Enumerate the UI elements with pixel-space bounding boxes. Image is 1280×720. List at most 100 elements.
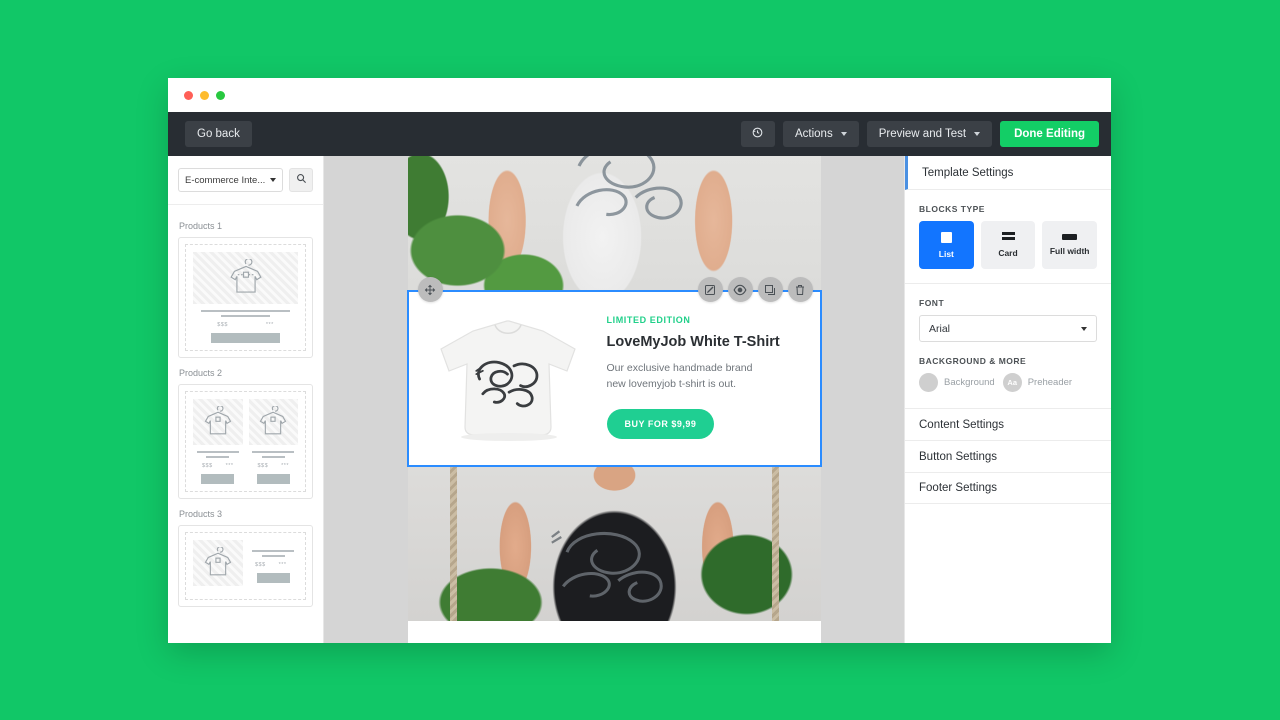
footer-settings-label: Footer Settings [919, 482, 997, 494]
blocks-type-list-label: List [938, 248, 954, 259]
email-canvas: LIMITED EDITION LoveMyJob White T-Shirt … [324, 156, 904, 643]
thumb-product-column: $$$ *** [193, 399, 243, 484]
sidebar-search-row: E-commerce Inte... [168, 156, 323, 205]
color-swatch-icon [919, 373, 938, 392]
thumb-title-line [252, 549, 295, 552]
tshirt-placeholder-icon [193, 252, 298, 304]
thumb-button-placeholder [256, 474, 290, 484]
go-back-button[interactable]: Go back [185, 121, 252, 147]
content-settings-row[interactable]: Content Settings [905, 408, 1111, 440]
product-description: Our exclusive handmade brand new lovemyj… [606, 362, 753, 391]
thumb-price-row: $$$ *** [249, 562, 294, 568]
thumb-price-left: $$$ [257, 463, 269, 469]
thumb-product-column [193, 540, 243, 592]
preview-and-test-button[interactable]: Preview and Test [866, 121, 993, 147]
done-editing-label: Done Editing [1014, 128, 1085, 140]
block-thumb-products-1[interactable]: $$$ *** [178, 237, 313, 358]
close-window-dot[interactable] [184, 90, 193, 100]
blocks-type-fullwidth[interactable]: Full width [1042, 221, 1098, 269]
done-editing-button[interactable]: Done Editing [1000, 121, 1099, 147]
window-titlebar [168, 78, 1111, 112]
thumb-product-column: $$$ *** [248, 399, 298, 484]
font-select-value: Arial [929, 322, 951, 335]
thumb-price-right: *** [281, 463, 290, 469]
thumb-title-line [196, 451, 239, 453]
thumb-button-placeholder [256, 572, 290, 583]
content-settings-label: Content Settings [919, 418, 1005, 431]
block-thumb-inner: $$$ *** [185, 532, 306, 600]
background-option[interactable]: Background [919, 373, 995, 392]
block-card-icon [1001, 232, 1015, 242]
trash-icon[interactable] [787, 277, 813, 302]
tshirt-placeholder-icon [248, 399, 298, 445]
thumb-title-line [252, 451, 295, 453]
block-thumb-inner: $$$ *** [185, 391, 306, 492]
go-back-label: Go back [197, 128, 240, 140]
chevron-down-icon [840, 132, 847, 136]
background-and-more-options: Background Aa Preheader [905, 373, 1111, 392]
tshirt-placeholder-icon [193, 540, 243, 586]
thumb-price-right: *** [225, 463, 234, 469]
hero-photo-top[interactable] [407, 156, 821, 291]
product-image [422, 309, 597, 444]
move-handle-icon[interactable] [417, 277, 443, 302]
hero-photo-bottom[interactable] [407, 466, 821, 621]
button-settings-label: Button Settings [919, 450, 997, 463]
thumb-text-column: $$$ *** [249, 549, 299, 583]
blocks-type-fullwidth-label: Full width [1049, 246, 1090, 256]
settings-sidebar: Template Settings BLOCKS TYPE List Card … [904, 156, 1111, 643]
product-block-selected[interactable]: LIMITED EDITION LoveMyJob White T-Shirt … [406, 277, 822, 467]
blocks-sidebar: E-commerce Inte... Products 1 $$$ *** Pr… [168, 156, 324, 643]
background-and-more-label: BACKGROUND & MORE [919, 356, 1027, 366]
preheader-option-label: Preheader [1027, 377, 1073, 388]
minimize-window-dot[interactable] [200, 90, 209, 100]
thumb-subtitle-line [206, 456, 230, 458]
thumb-button-placeholder [210, 333, 281, 343]
template-settings-header[interactable]: Template Settings [905, 156, 1111, 190]
block-group-title: Products 3 [179, 509, 223, 519]
category-select[interactable]: E-commerce Inte... [178, 168, 283, 192]
product-info: LIMITED EDITION LoveMyJob White T-Shirt … [597, 309, 805, 444]
blocks-type-card[interactable]: Card [980, 221, 1036, 269]
toolbar-right-group: Actions Preview and Test Done Editing [740, 121, 1099, 147]
button-settings-row[interactable]: Button Settings [905, 440, 1111, 472]
panel-divider [905, 283, 1111, 284]
blocks-type-options: List Card Full width [905, 221, 1111, 269]
edit-icon[interactable] [697, 277, 723, 302]
blocks-type-list[interactable]: List [919, 221, 974, 269]
maximize-window-dot[interactable] [216, 90, 225, 100]
eye-icon[interactable] [727, 277, 753, 302]
category-select-value: E-commerce Inte... [185, 174, 266, 186]
block-templates-list: Products 1 $$$ *** Products 2 $$$ *** $$… [168, 205, 323, 637]
buy-button[interactable]: BUY FOR $9,99 [606, 408, 715, 439]
history-button[interactable] [740, 121, 775, 147]
footer-settings-row[interactable]: Footer Settings [905, 472, 1111, 504]
product-title: LoveMyJob White T-Shirt [606, 334, 780, 350]
font-select[interactable]: Arial [919, 315, 1097, 342]
background-option-label: Background [944, 377, 995, 388]
thumb-subtitle-line [221, 315, 270, 317]
history-undo-icon [751, 126, 764, 142]
actions-menu-button[interactable]: Actions [782, 121, 859, 147]
block-tools-right [697, 277, 813, 302]
thumb-title-line [201, 310, 290, 312]
block-group-title: Products 2 [179, 368, 223, 378]
tshirt-photo [440, 320, 576, 441]
blocks-type-label: BLOCKS TYPE [919, 204, 985, 214]
chevron-down-icon [1081, 326, 1087, 331]
block-thumb-products-3[interactable]: $$$ *** [178, 525, 313, 607]
thumb-price-row: $$$ *** [251, 463, 296, 469]
chevron-down-icon [974, 132, 981, 136]
block-thumb-inner: $$$ *** [185, 244, 306, 351]
chevron-down-icon [270, 178, 276, 182]
thumb-product-column: $$$ *** [193, 252, 298, 343]
duplicate-icon[interactable] [757, 277, 783, 302]
block-thumb-products-2[interactable]: $$$ *** $$$ *** [178, 384, 313, 499]
block-list-icon [940, 231, 952, 243]
search-button[interactable] [289, 168, 313, 192]
block-fullwidth-icon [1062, 234, 1078, 240]
product-eyebrow: LIMITED EDITION [606, 315, 691, 325]
preheader-option[interactable]: Aa Preheader [1002, 373, 1073, 392]
thumb-button-placeholder [201, 474, 235, 484]
preview-label: Preview and Test [878, 128, 967, 140]
